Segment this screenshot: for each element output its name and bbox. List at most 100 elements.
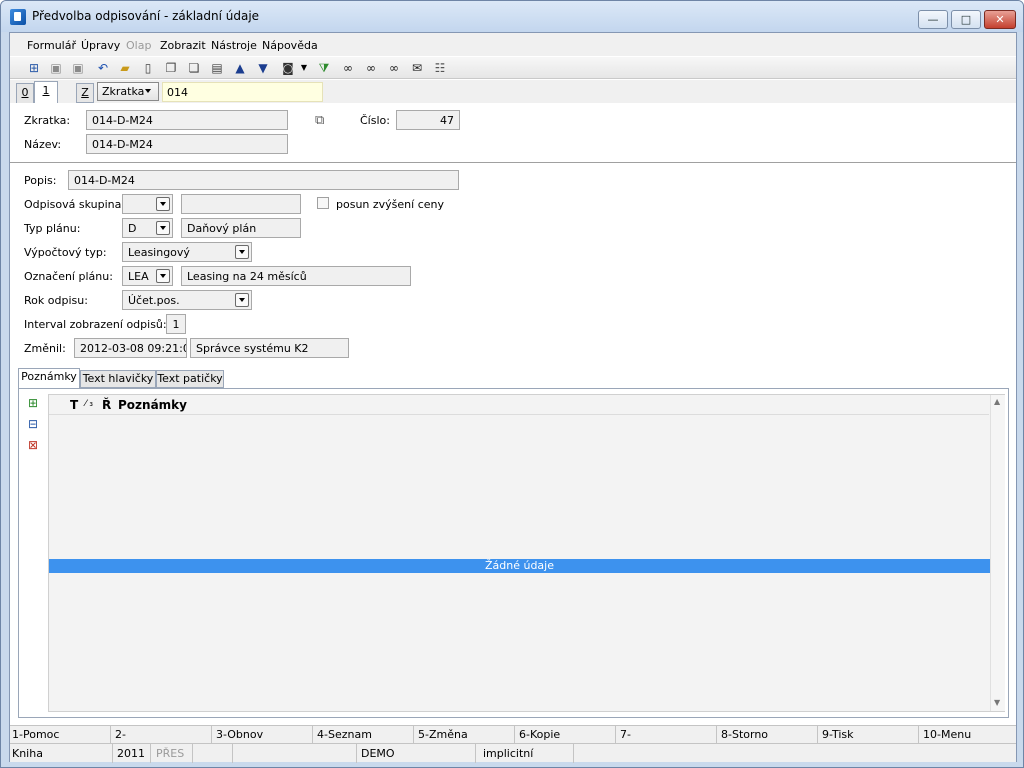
dropdown-arrow-icon[interactable]: ▼	[299, 60, 309, 76]
close-button[interactable]: ✕	[984, 10, 1016, 29]
chevron-down-icon[interactable]	[235, 245, 249, 259]
fkey-3[interactable]: 3-Obnov	[216, 728, 263, 741]
vertical-scrollbar[interactable]: ▲ ▼	[990, 395, 1005, 711]
zmenil-date[interactable]: 2012-03-08 09:21:04	[74, 338, 187, 358]
maximize-button[interactable]: □	[951, 10, 981, 29]
tree-icon[interactable]: ⊞	[26, 60, 42, 76]
zkratka-field[interactable]: 014-D-M24	[86, 110, 288, 130]
typ-planu-label: Typ plánu:	[24, 222, 81, 235]
popis-field[interactable]: 014-D-M24	[68, 170, 459, 190]
fkey-1[interactable]: 1-Pomoc	[12, 728, 59, 741]
scroll-down-icon[interactable]: ▼	[994, 698, 1000, 707]
zkratka-label: Zkratka:	[24, 114, 71, 127]
fkey-separator	[514, 726, 515, 744]
posun-checkbox[interactable]	[317, 197, 329, 209]
notes-panel: ⊞ ⊟ ⊠ T ⁄ ₃ Ř Poznámky Žádné údaje ▲ ▼	[18, 388, 1009, 718]
scroll-up-icon[interactable]: ▲	[994, 397, 1000, 406]
typ-planu-combo[interactable]: D	[122, 218, 173, 238]
status-bar: Kniha 2011 PŘES DEMO implicitní	[10, 743, 1016, 763]
cislo-field[interactable]: 47	[396, 110, 460, 130]
save-as-icon[interactable]: ▣	[70, 60, 86, 76]
mail-icon[interactable]: ✉	[409, 60, 425, 76]
chevron-down-icon[interactable]	[235, 293, 249, 307]
tab-text-paticky[interactable]: Text patičky	[156, 370, 224, 388]
filter-icon[interactable]: ⧩	[316, 60, 332, 76]
tab-0[interactable]: 0	[16, 83, 34, 103]
oznaceni-planu-desc[interactable]: Leasing na 24 měsíců	[181, 266, 411, 286]
search-input[interactable]: 014	[162, 82, 323, 102]
col-t[interactable]: T	[70, 398, 78, 412]
tab-1[interactable]: 1	[34, 81, 58, 103]
fkey-separator	[716, 726, 717, 744]
undo-icon[interactable]: ↶	[95, 60, 111, 76]
book-icon[interactable]: ▤	[209, 60, 225, 76]
tab-poznamky[interactable]: Poznámky	[18, 368, 80, 389]
down-arrow-icon[interactable]: ▼	[255, 60, 271, 76]
menu-olap[interactable]: Olap	[126, 39, 151, 52]
fkey-10[interactable]: 10-Menu	[923, 728, 971, 741]
rok-odpisu-combo[interactable]: Účet.pos.	[122, 290, 252, 310]
col-r[interactable]: Ř	[102, 398, 111, 412]
empty-row: Žádné údaje	[49, 559, 990, 573]
vypoctovy-typ-value: Leasingový	[128, 246, 190, 259]
fkey-separator	[211, 726, 212, 744]
grid-header: T ⁄ ₃ Ř Poznámky	[49, 395, 989, 415]
col-poznamky[interactable]: Poznámky	[118, 398, 187, 412]
documents-icon[interactable]: ⧉	[315, 113, 324, 128]
fkey-8[interactable]: 8-Storno	[721, 728, 768, 741]
fkey-separator	[312, 726, 313, 744]
binoculars-next-icon[interactable]: ∞	[363, 60, 379, 76]
fkey-2[interactable]: 2-	[115, 728, 126, 741]
minimize-button[interactable]: —	[918, 10, 948, 29]
tab-text-hlavicky[interactable]: Text hlavičky	[80, 370, 156, 388]
nazev-field[interactable]: 014-D-M24	[86, 134, 288, 154]
fkey-4[interactable]: 4-Seznam	[317, 728, 372, 741]
zmenil-label: Změnil:	[24, 342, 66, 355]
search-field-select[interactable]: Zkratka	[97, 82, 159, 101]
up-arrow-icon[interactable]: ▲	[232, 60, 248, 76]
fkey-7[interactable]: 7-	[620, 728, 631, 741]
paste-icon[interactable]: ❏	[186, 60, 202, 76]
menu-nastroje[interactable]: Nástroje	[211, 39, 257, 52]
menu-zobrazit[interactable]: Zobrazit	[160, 39, 206, 52]
odp-skupina-combo[interactable]	[122, 194, 173, 214]
zmenil-user[interactable]: Správce systému K2	[190, 338, 349, 358]
menu-formular[interactable]: Formulář	[27, 39, 76, 52]
delete-note-icon[interactable]: ⊠	[28, 438, 38, 452]
divider	[10, 162, 1016, 163]
status-mode: PŘES	[156, 747, 185, 760]
interval-field[interactable]: 1	[166, 314, 186, 334]
add-note-icon[interactable]: ⊞	[28, 396, 38, 410]
col-num[interactable]: ⁄ ₃	[85, 399, 93, 409]
fkey-6[interactable]: 6-Kopie	[519, 728, 560, 741]
status-separator	[356, 744, 357, 763]
menu-upravy[interactable]: Úpravy	[81, 39, 120, 52]
chevron-down-icon[interactable]	[156, 197, 170, 211]
chevron-down-icon[interactable]	[156, 221, 170, 235]
binoculars-icon[interactable]: ∞	[340, 60, 356, 76]
settings-list-icon[interactable]: ☷	[432, 60, 448, 76]
function-keys-bar: 1-Pomoc 2- 3-Obnov 4-Seznam 5-Změna 6-Ko…	[10, 725, 1016, 744]
edit-note-icon[interactable]: ⊟	[28, 417, 38, 431]
typ-planu-desc[interactable]: Daňový plán	[181, 218, 301, 238]
tab-z[interactable]: Z	[76, 83, 94, 103]
save-icon[interactable]: ▣	[48, 60, 64, 76]
menu-napoveda[interactable]: Nápověda	[262, 39, 318, 52]
new-document-icon[interactable]: ▯	[140, 60, 156, 76]
oznaceni-planu-label: Označení plánu:	[24, 270, 113, 283]
odp-skupina-desc[interactable]	[181, 194, 301, 214]
chevron-down-icon[interactable]	[156, 269, 170, 283]
rok-odpisu-value: Účet.pos.	[128, 294, 180, 307]
open-folder-icon[interactable]: ▰	[117, 60, 133, 76]
fkey-9[interactable]: 9-Tisk	[822, 728, 854, 741]
menu-bar: Formulář Úpravy Olap Zobrazit Nástroje N…	[10, 33, 1016, 57]
copy-icon[interactable]: ❐	[163, 60, 179, 76]
camera-icon[interactable]: ◙	[280, 60, 296, 76]
main-window: Předvolba odpisování - základní údaje — …	[0, 0, 1024, 768]
oznaceni-planu-combo[interactable]: LEA	[122, 266, 173, 286]
status-separator	[112, 744, 113, 763]
title-bar: Předvolba odpisování - základní údaje — …	[1, 1, 1023, 32]
vypoctovy-typ-combo[interactable]: Leasingový	[122, 242, 252, 262]
fkey-5[interactable]: 5-Změna	[418, 728, 468, 741]
binoculars-prev-icon[interactable]: ∞	[386, 60, 402, 76]
